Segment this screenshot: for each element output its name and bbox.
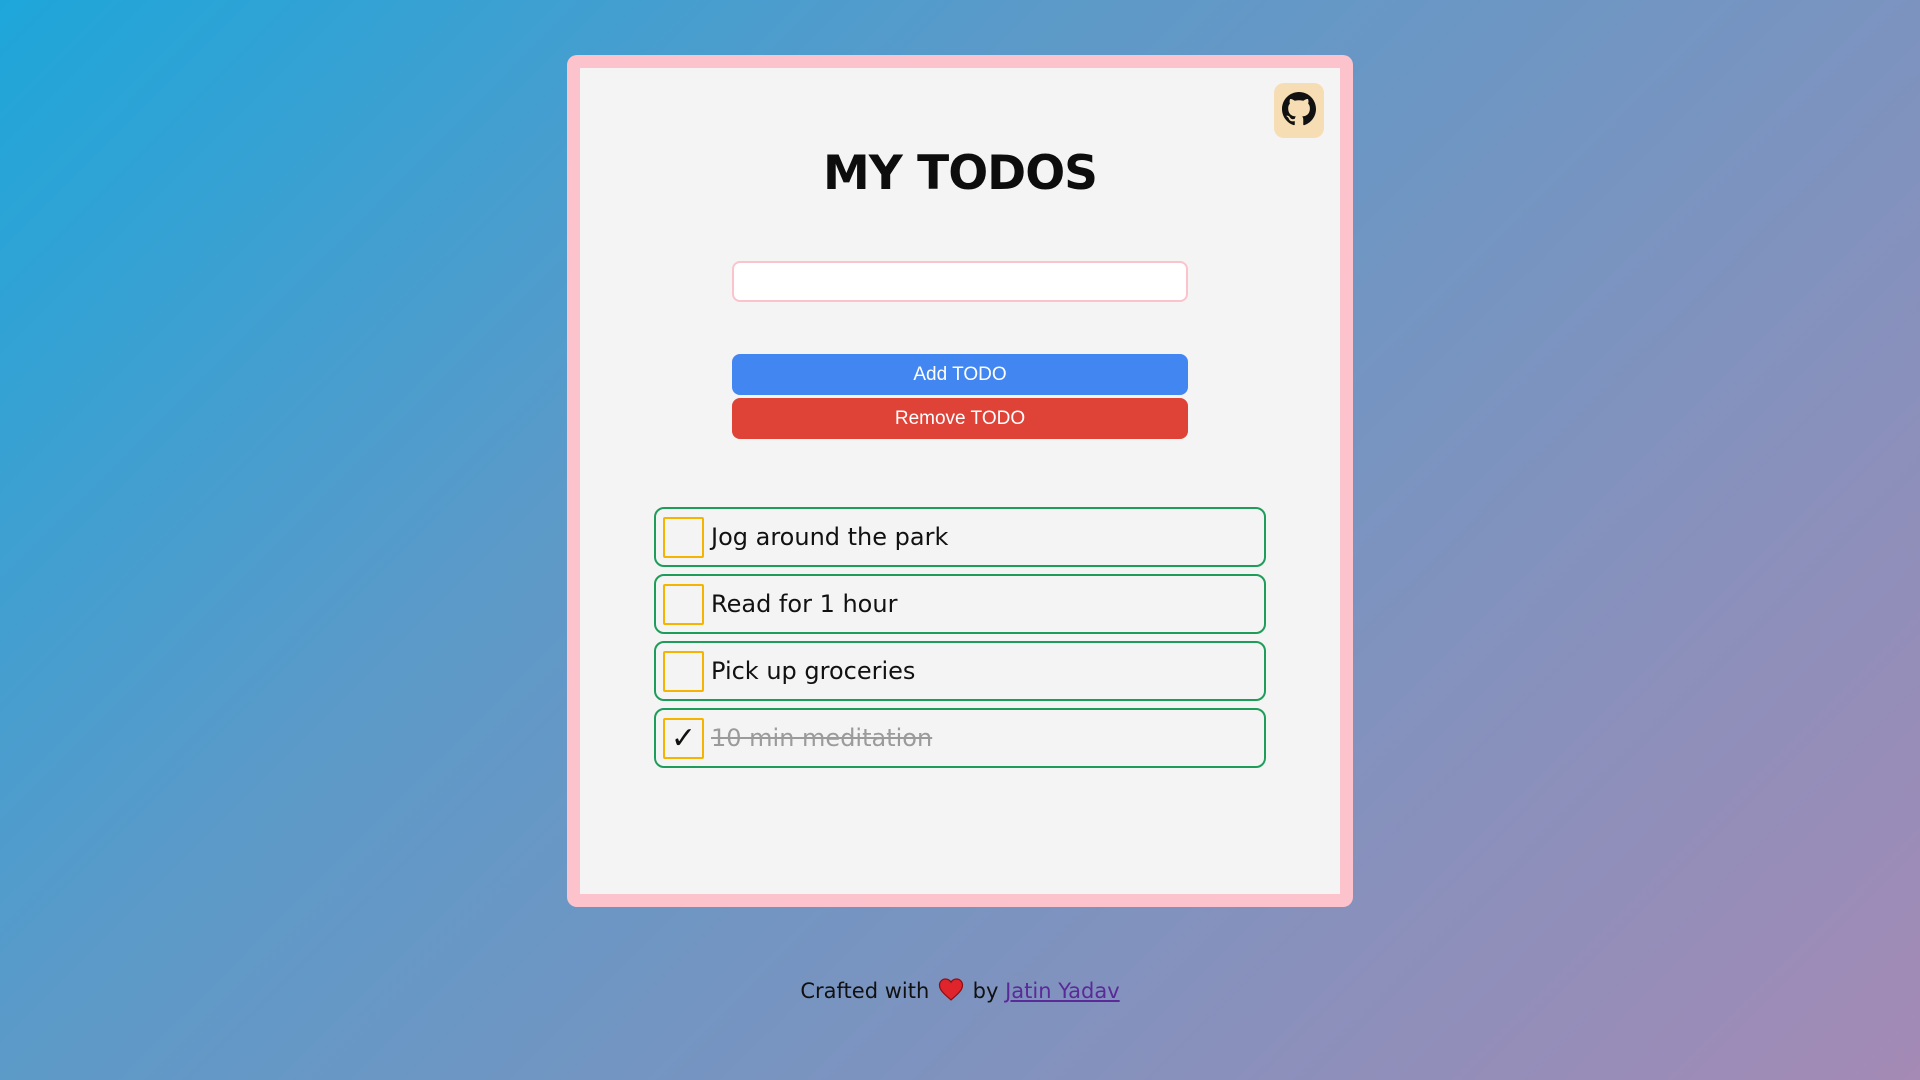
github-icon (1282, 91, 1316, 130)
todo-card: MY TODOS Add TODO Remove TODO Jog around… (567, 55, 1353, 907)
page-title: MY TODOS (823, 146, 1098, 201)
todo-text: 10 min meditation (711, 724, 933, 752)
todo-checkbox[interactable] (663, 516, 704, 558)
remove-todo-button[interactable]: Remove TODO (732, 398, 1188, 439)
todo-text: Jog around the park (711, 523, 949, 551)
author-link[interactable]: Jatin Yadav (1005, 979, 1120, 1003)
heart-icon (938, 978, 964, 1006)
todo-item: Pick up groceries (654, 641, 1266, 701)
todo-item: Read for 1 hour (654, 574, 1266, 634)
todo-text: Read for 1 hour (711, 590, 898, 618)
todo-list: Jog around the park Read for 1 hour Pick… (654, 507, 1266, 775)
github-link-button[interactable] (1274, 83, 1324, 138)
todo-checkbox[interactable]: ✓ (663, 717, 704, 759)
add-todo-button[interactable]: Add TODO (732, 354, 1188, 395)
todo-checkbox[interactable] (663, 583, 704, 625)
footer: Crafted with by Jatin Yadav (0, 978, 1920, 1006)
todo-item: Jog around the park (654, 507, 1266, 567)
todo-text: Pick up groceries (711, 657, 916, 685)
todo-item: ✓ 10 min meditation (654, 708, 1266, 768)
todo-checkbox[interactable] (663, 650, 704, 692)
footer-by: by (972, 979, 999, 1003)
footer-prefix: Crafted with (800, 979, 930, 1003)
todo-input[interactable] (732, 261, 1188, 302)
